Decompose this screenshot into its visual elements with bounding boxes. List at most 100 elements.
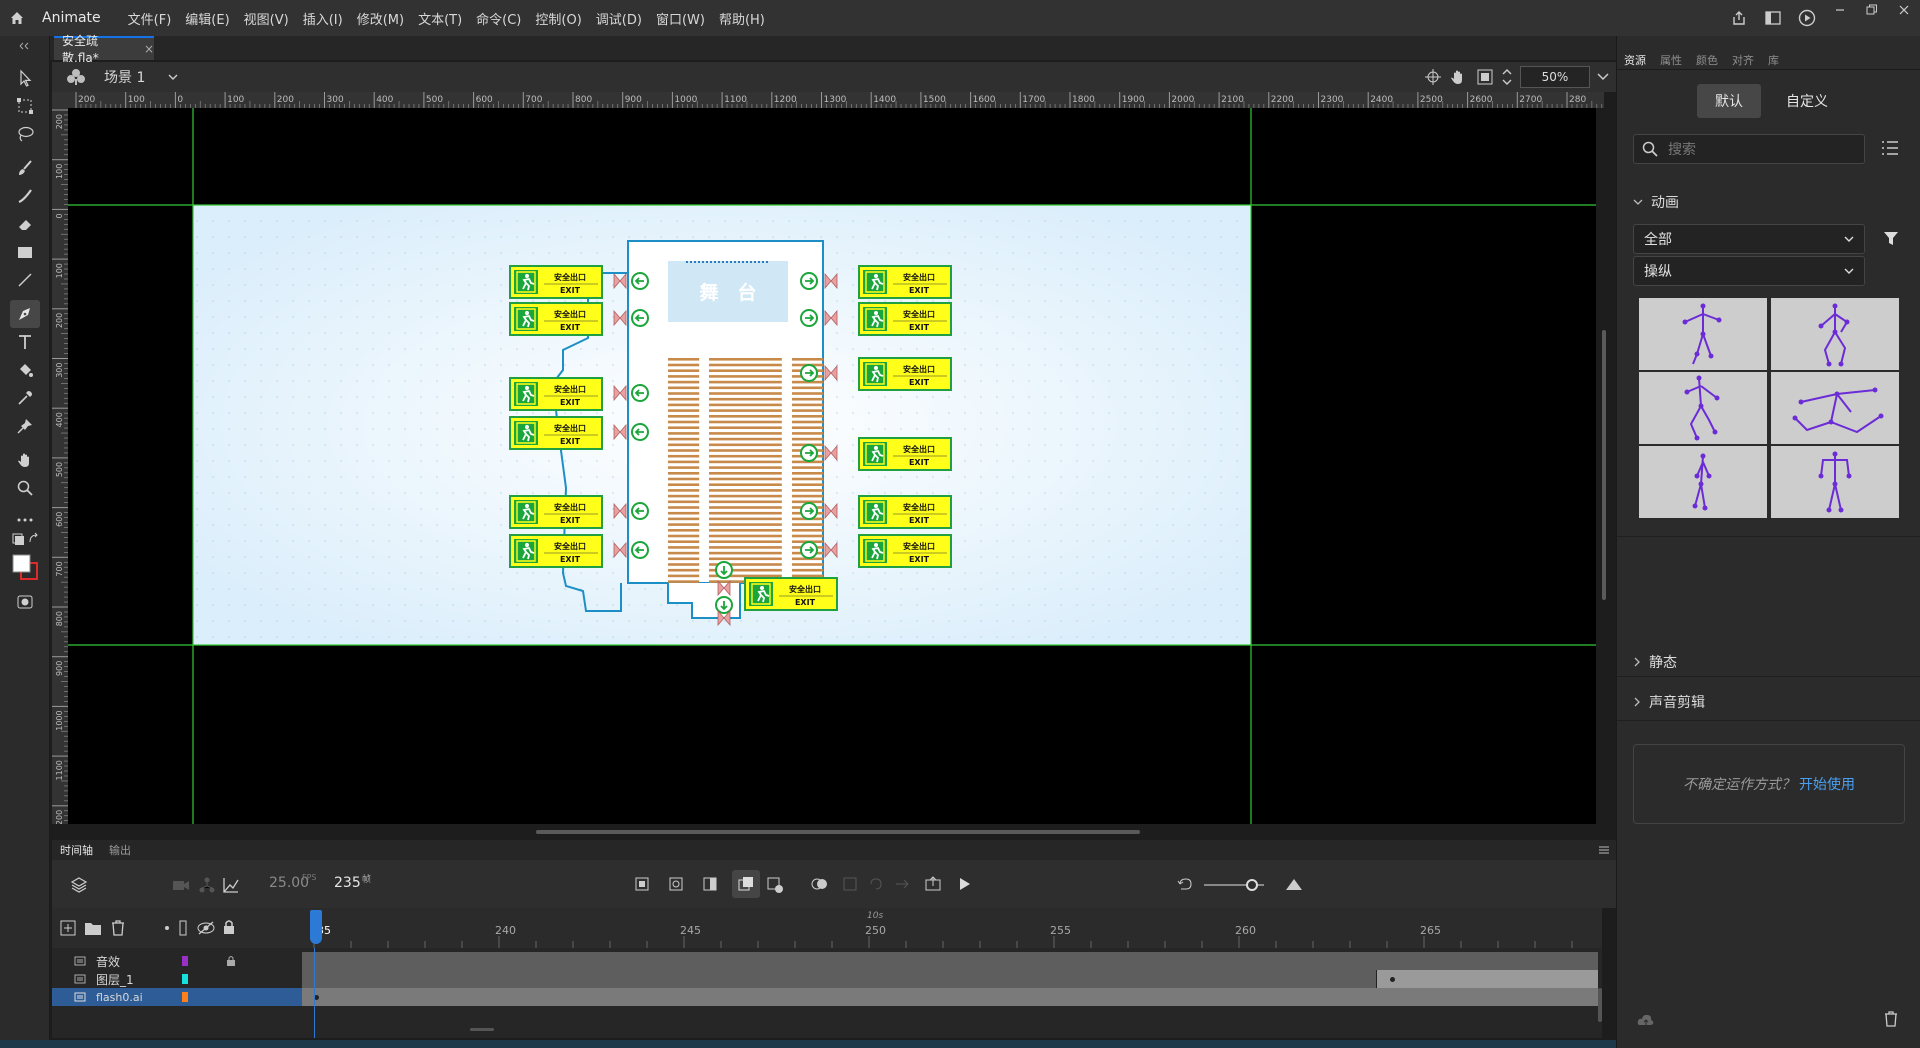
- delete-layer-icon[interactable]: [110, 919, 126, 937]
- exit-sign[interactable]: 安全出口 EXIT: [858, 357, 952, 391]
- workspace-icon[interactable]: [1756, 0, 1790, 36]
- exit-sign[interactable]: 安全出口 EXIT: [858, 265, 952, 299]
- selection-tool-icon[interactable]: [10, 64, 40, 92]
- exit-sign[interactable]: 安全出口 EXIT: [509, 495, 603, 529]
- stage-area[interactable]: 舞 台 安全出口 EXIT 安全出口 EXIT 安全出口 EXIT 安全出口 EXIT 安全出口…: [68, 108, 1596, 824]
- collapse-tools-icon[interactable]: [10, 38, 40, 54]
- trash-icon[interactable]: [1883, 1010, 1899, 1028]
- menu-insert[interactable]: 插入(I): [296, 9, 350, 28]
- filter-icon[interactable]: [1883, 230, 1899, 246]
- swap-colors-icon[interactable]: [10, 530, 40, 548]
- exit-sign[interactable]: 安全出口 EXIT: [858, 437, 952, 471]
- layer-list-resize-handle[interactable]: [470, 1028, 494, 1031]
- scene-dropdown-icon[interactable]: [167, 73, 179, 81]
- vertical-ruler[interactable]: 200 100 0 100 200 300 400 500 600 700 800 900 1000 11…: [52, 108, 68, 824]
- tab-color[interactable]: 颜色: [1689, 52, 1725, 68]
- paint-bucket-tool-icon[interactable]: [10, 356, 40, 384]
- timeline-zoom-handle[interactable]: [1246, 879, 1258, 891]
- scene-name[interactable]: 场景 1: [104, 67, 145, 87]
- zoom-input[interactable]: 50%: [1520, 66, 1590, 88]
- camera-icon[interactable]: [172, 878, 190, 892]
- stage-horizontal-scrollbar[interactable]: [536, 830, 1140, 834]
- menu-control[interactable]: 控制(O): [528, 9, 588, 28]
- playhead-handle[interactable]: [310, 910, 322, 944]
- section-animation-header[interactable]: 动画: [1633, 192, 1679, 212]
- frame-ruler[interactable]: 23524024525025526026510s: [302, 908, 1602, 948]
- close-window-icon[interactable]: [1888, 0, 1920, 20]
- line-tool-icon[interactable]: [10, 266, 40, 294]
- undo-zoom-icon[interactable]: [1176, 876, 1194, 892]
- exit-sign[interactable]: 安全出口 EXIT: [509, 416, 603, 450]
- sync-icon[interactable]: [868, 876, 884, 892]
- onion-skin-button[interactable]: [732, 870, 760, 898]
- new-folder-icon[interactable]: [84, 920, 102, 936]
- share-icon[interactable]: [1722, 0, 1756, 36]
- playhead-line[interactable]: [314, 948, 315, 1038]
- fill-stroke-color-swatch[interactable]: [10, 550, 40, 584]
- layer-row[interactable]: 音效: [52, 952, 302, 970]
- tween-icon[interactable]: [766, 876, 784, 894]
- layer-name[interactable]: 音效: [96, 953, 182, 970]
- lasso-tool-icon[interactable]: [10, 120, 40, 148]
- category-dropdown[interactable]: 全部: [1633, 224, 1865, 254]
- edit-multiple-icon[interactable]: [842, 876, 858, 892]
- pin-tool-icon[interactable]: [10, 412, 40, 440]
- tab-assets[interactable]: 资源: [1617, 52, 1653, 68]
- camera-hand-icon[interactable]: [1448, 66, 1470, 88]
- horizontal-ruler[interactable]: 200 100 0 100 200 300 400 500 600 700 800 900 1000 11…: [68, 92, 1604, 108]
- convert-icon[interactable]: [894, 876, 910, 892]
- rig-thumbnail[interactable]: [1639, 372, 1767, 444]
- center-stage-icon[interactable]: [1424, 68, 1442, 86]
- insert-blank-keyframe-icon[interactable]: [668, 876, 684, 892]
- pen-tool-icon[interactable]: [10, 300, 40, 328]
- rig-thumbnail[interactable]: [1639, 446, 1767, 518]
- zoom-dropdown-icon[interactable]: [1596, 72, 1610, 82]
- zoom-stepper-icon[interactable]: [1500, 66, 1514, 88]
- restore-icon[interactable]: [1856, 0, 1888, 20]
- object-drawing-icon[interactable]: [10, 588, 40, 616]
- upload-icon[interactable]: [1637, 1012, 1655, 1028]
- type-dropdown[interactable]: 操纵: [1633, 256, 1865, 286]
- brush-tool-icon[interactable]: [10, 182, 40, 210]
- rig-thumbnail[interactable]: [1771, 446, 1899, 518]
- scene-icon[interactable]: [66, 68, 86, 86]
- timeline-menu-icon[interactable]: [1598, 845, 1610, 855]
- tab-timeline[interactable]: 时间轴: [52, 842, 101, 858]
- rig-thumbnail[interactable]: [1771, 298, 1899, 370]
- visibility-icon[interactable]: [196, 920, 216, 936]
- exit-sign[interactable]: 安全出口 EXIT: [744, 577, 838, 611]
- menu-modify[interactable]: 修改(M): [350, 9, 411, 28]
- layer-color-swatch[interactable]: [182, 992, 188, 1002]
- menu-window[interactable]: 窗口(W): [649, 9, 712, 28]
- keyframe-span[interactable]: [1376, 970, 1598, 988]
- menu-text[interactable]: 文本(T): [411, 9, 469, 28]
- play-icon[interactable]: [956, 876, 972, 892]
- new-layer-icon[interactable]: [60, 920, 76, 936]
- rectangle-tool-icon[interactable]: [10, 238, 40, 266]
- exit-sign[interactable]: 安全出口 EXIT: [858, 534, 952, 568]
- graph-icon[interactable]: [222, 876, 240, 894]
- close-tab-icon[interactable]: ×: [144, 42, 154, 56]
- layer-color-swatch[interactable]: [182, 956, 188, 966]
- tab-library[interactable]: 库: [1761, 52, 1786, 68]
- exit-sign[interactable]: 安全出口 EXIT: [858, 495, 952, 529]
- menu-edit[interactable]: 编辑(E): [178, 9, 236, 28]
- eyedropper-tool-icon[interactable]: [10, 384, 40, 412]
- segment-default[interactable]: 默认: [1697, 84, 1761, 118]
- menu-view[interactable]: 视图(V): [237, 9, 296, 28]
- export-icon[interactable]: [924, 876, 942, 892]
- zoom-tool-icon[interactable]: [10, 474, 40, 502]
- list-view-icon[interactable]: [1881, 140, 1899, 156]
- section-sound-header[interactable]: 声音剪辑: [1633, 692, 1705, 712]
- layer-name[interactable]: 图层_1: [96, 971, 182, 988]
- keyframe-marker[interactable]: [1390, 977, 1395, 982]
- frame-row[interactable]: [302, 970, 1598, 988]
- layer-row[interactable]: 图层_1: [52, 970, 302, 988]
- rig-thumbnail[interactable]: [1639, 298, 1767, 370]
- exit-sign[interactable]: 安全出口 EXIT: [509, 302, 603, 336]
- menu-debug[interactable]: 调试(D): [589, 9, 649, 28]
- highlight-layers-icon[interactable]: [164, 925, 170, 931]
- menu-help[interactable]: 帮助(H): [712, 9, 772, 28]
- current-frame-value[interactable]: 235: [334, 875, 361, 891]
- layer-name[interactable]: flash0.ai: [96, 991, 182, 1004]
